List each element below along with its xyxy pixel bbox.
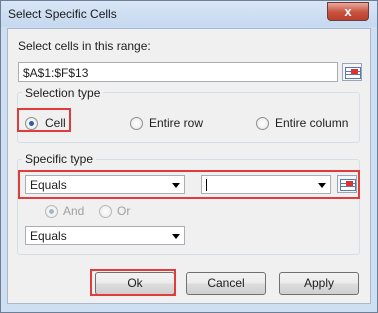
radio-entire-row-label[interactable]: Entire row xyxy=(149,116,203,130)
chevron-down-icon xyxy=(172,234,180,239)
radio-entire-column-label[interactable]: Entire column xyxy=(275,116,348,130)
range-input[interactable]: $A$1:$F$13 xyxy=(18,62,338,82)
selection-glyph xyxy=(346,181,353,186)
range-value: $A$1:$F$13 xyxy=(23,66,89,80)
condition2-value: Equals xyxy=(30,229,67,243)
radio-entire-row[interactable] xyxy=(130,117,143,130)
close-icon: x xyxy=(344,4,352,19)
condition2-select[interactable]: Equals xyxy=(25,226,185,245)
chevron-down-icon xyxy=(172,183,180,188)
dialog-window: Select Specific Cells x Select cells in … xyxy=(0,0,378,313)
close-button[interactable]: x xyxy=(327,2,369,21)
selection-glyph xyxy=(351,69,358,74)
value-range-select-icon[interactable] xyxy=(337,175,357,193)
specific-type-legend: Specific type xyxy=(22,152,97,166)
window-title: Select Specific Cells xyxy=(8,7,117,21)
radio-or[interactable] xyxy=(99,205,112,218)
title-bar[interactable]: Select Specific Cells x xyxy=(1,1,377,27)
range-label: Select cells in this range: xyxy=(18,39,151,53)
radio-cell-label[interactable]: Cell xyxy=(45,116,66,130)
apply-button[interactable]: Apply xyxy=(279,272,359,295)
radio-or-label[interactable]: Or xyxy=(117,204,130,218)
radio-and-label[interactable]: And xyxy=(63,204,84,218)
dialog-body: Select cells in this range: $A$1:$F$13 S… xyxy=(7,28,371,304)
condition1-value-input[interactable] xyxy=(201,175,331,194)
radio-cell[interactable] xyxy=(25,117,38,130)
condition1-value: Equals xyxy=(30,178,67,192)
chevron-down-icon xyxy=(318,183,326,188)
radio-and[interactable] xyxy=(45,205,58,218)
selection-type-legend: Selection type xyxy=(22,86,104,100)
cancel-button[interactable]: Cancel xyxy=(186,272,266,295)
ok-button[interactable]: Ok xyxy=(95,272,175,295)
text-cursor xyxy=(206,179,207,191)
radio-entire-column[interactable] xyxy=(256,117,269,130)
range-select-icon[interactable] xyxy=(342,63,362,81)
condition1-select[interactable]: Equals xyxy=(25,175,185,194)
